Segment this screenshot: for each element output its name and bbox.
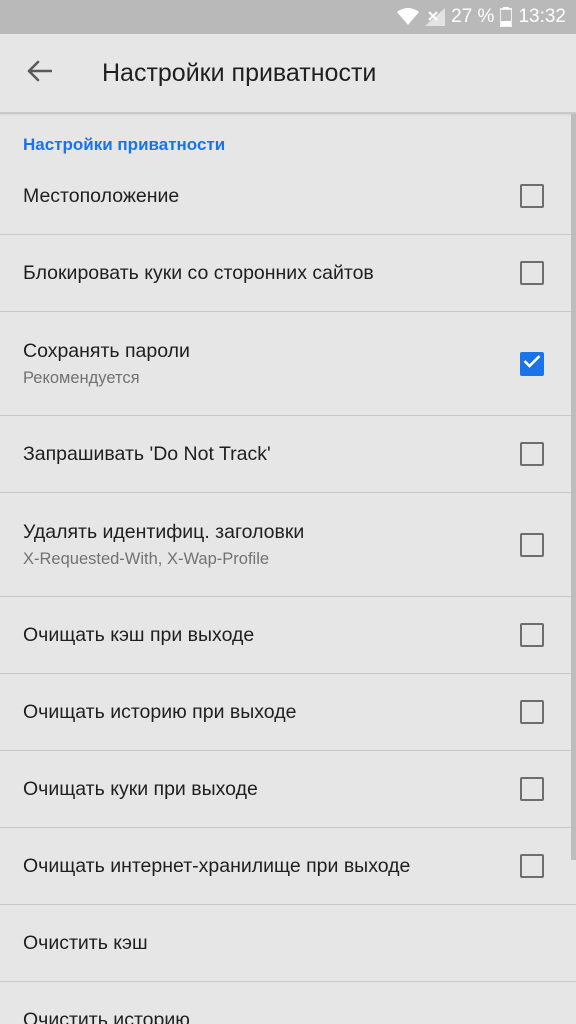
page-title: Настройки приватности <box>102 58 377 87</box>
setting-row-clear-history[interactable]: Очистить историю <box>0 982 576 1024</box>
status-bar: 27 % 13:32 <box>0 0 576 34</box>
setting-row-location[interactable]: Местоположение <box>0 158 576 235</box>
setting-title: Очищать интернет-хранилище при выходе <box>23 854 411 877</box>
clear-cache-exit-checkbox[interactable] <box>520 623 544 647</box>
clock: 13:32 <box>518 6 566 27</box>
setting-title: Очистить кэш <box>23 931 148 954</box>
location-checkbox[interactable] <box>520 184 544 208</box>
setting-title: Блокировать куки со сторонних сайтов <box>23 261 374 284</box>
setting-title: Очищать историю при выходе <box>23 700 297 723</box>
block-cookies-checkbox[interactable] <box>520 261 544 285</box>
setting-title: Очищать кэш при выходе <box>23 623 255 646</box>
clear-storage-exit-checkbox[interactable] <box>520 854 544 878</box>
save-passwords-checkbox[interactable] <box>520 351 544 376</box>
setting-row-clear-cache-on-exit[interactable]: Очищать кэш при выходе <box>0 597 576 674</box>
setting-row-save-passwords[interactable]: Сохранять пароли Рекомендуется <box>0 312 576 416</box>
setting-title: Очищать куки при выходе <box>23 777 258 800</box>
battery-icon <box>500 7 513 27</box>
setting-title: Местоположение <box>23 184 180 207</box>
do-not-track-checkbox[interactable] <box>520 442 544 466</box>
signal-icon <box>425 8 446 26</box>
clear-cookies-exit-checkbox[interactable] <box>520 777 544 801</box>
clear-history-exit-checkbox[interactable] <box>520 700 544 724</box>
setting-row-clear-cookies-on-exit[interactable]: Очищать куки при выходе <box>0 751 576 828</box>
remove-headers-checkbox[interactable] <box>520 532 544 557</box>
setting-title: Очистить историю <box>23 1008 190 1024</box>
wifi-icon <box>397 8 420 26</box>
setting-title: Сохранять пароли <box>23 339 190 362</box>
toolbar: Настройки приватности <box>0 34 576 114</box>
setting-subtitle: X-Requested-With, X-Wap-Profile <box>23 549 270 568</box>
setting-row-block-third-party-cookies[interactable]: Блокировать куки со сторонних сайтов <box>0 235 576 312</box>
battery-percent: 27 % <box>451 6 495 27</box>
scrollbar[interactable] <box>571 114 576 860</box>
back-button[interactable] <box>0 33 78 113</box>
check-icon <box>523 354 541 373</box>
setting-row-clear-cache[interactable]: Очистить кэш <box>0 905 576 982</box>
setting-row-clear-history-on-exit[interactable]: Очищать историю при выходе <box>0 674 576 751</box>
setting-title: Запрашивать 'Do Not Track' <box>23 442 271 465</box>
setting-subtitle: Рекомендуется <box>23 368 140 387</box>
setting-title: Удалять идентифиц. заголовки <box>23 520 305 543</box>
settings-list: Настройки приватности Местоположение Бло… <box>0 114 576 1024</box>
setting-row-remove-id-headers[interactable]: Удалять идентифиц. заголовки X-Requested… <box>0 493 576 597</box>
setting-row-clear-web-storage-on-exit[interactable]: Очищать интернет-хранилище при выходе <box>0 828 576 905</box>
arrow-left-icon <box>26 60 53 87</box>
setting-row-do-not-track[interactable]: Запрашивать 'Do Not Track' <box>0 416 576 493</box>
section-header: Настройки приватности <box>23 135 226 154</box>
